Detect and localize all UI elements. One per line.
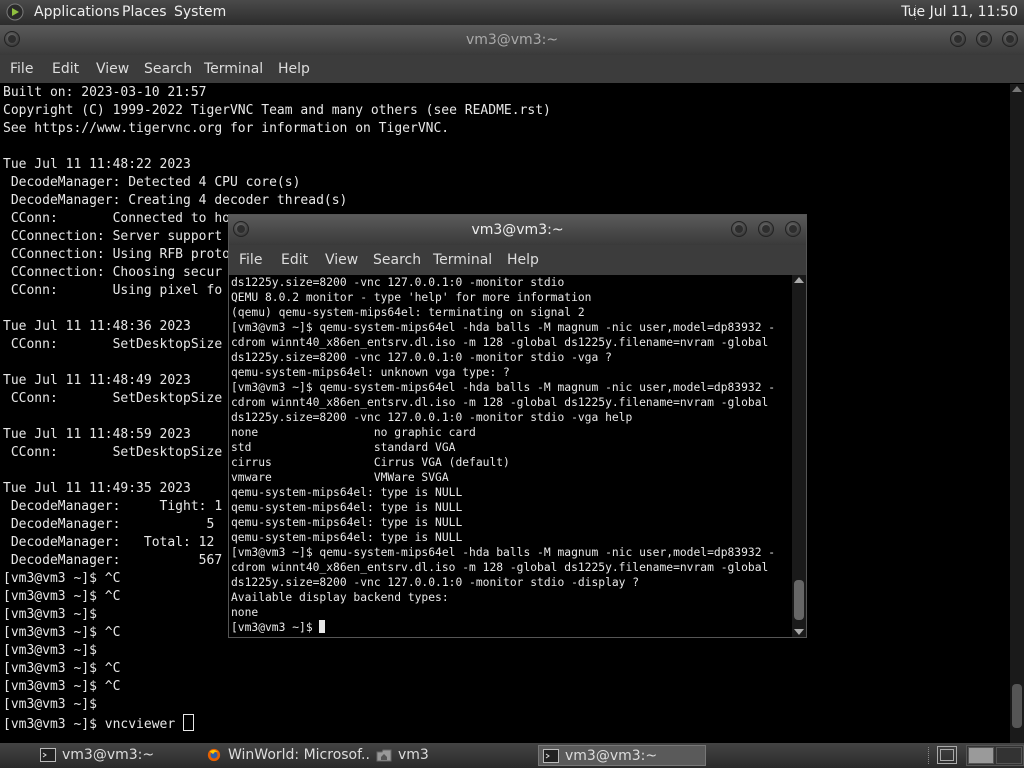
qemu-terminal-line: none no graphic card (231, 426, 476, 439)
qemu-terminal-line: qemu-system-mips64el: unknown vga type: … (231, 366, 510, 379)
minimize-button[interactable] (950, 31, 966, 47)
top-panel: Applications Places System Tue Jul 11, 1… (0, 0, 1024, 25)
scroll-down-arrow-icon[interactable] (794, 629, 804, 635)
scroll-thumb[interactable] (794, 580, 804, 620)
show-desktop-icon[interactable] (937, 746, 957, 764)
window-menu-button[interactable] (233, 221, 249, 237)
workspace-switcher[interactable] (966, 745, 1024, 766)
qemu-terminal-line: qemu-system-mips64el: type is NULL (231, 501, 463, 514)
menu-file[interactable]: File (239, 252, 262, 268)
applications-menu[interactable]: Applications (34, 4, 120, 20)
qemu-terminal-line: none (231, 606, 259, 619)
folder-home-icon (376, 749, 392, 762)
main-terminal-line: See https://www.tigervnc.org for informa… (3, 121, 450, 136)
applications-logo-icon[interactable] (6, 3, 24, 21)
scroll-up-arrow-icon[interactable] (794, 277, 804, 283)
menu-terminal[interactable]: Terminal (433, 252, 492, 268)
qemu-menubar: File Edit View Search Terminal Help (229, 245, 806, 275)
task-home-folder[interactable]: vm3 (372, 745, 534, 766)
qemu-terminal-line: cdrom winnt40_x86en_entsrv.dl.iso -m 128… (231, 561, 769, 574)
scroll-up-arrow-icon[interactable] (1012, 86, 1022, 92)
terminal-cursor (319, 620, 326, 633)
qemu-terminal-line: std standard VGA (231, 441, 456, 454)
main-window-titlebar[interactable]: vm3@vm3:~ (0, 25, 1024, 55)
qemu-terminal-line: cdrom winnt40_x86en_entsrv.dl.iso -m 128… (231, 336, 769, 349)
menu-edit[interactable]: Edit (52, 61, 79, 77)
qemu-terminal-output[interactable]: ds1225y.size=8200 -vnc 127.0.0.1:0 -moni… (231, 275, 791, 637)
main-terminal-line: [vm3@vm3 ~]$ ^C (3, 661, 121, 676)
qemu-scrollbar[interactable] (792, 275, 806, 637)
clock[interactable]: Tue Jul 11, 11:50 (901, 4, 1018, 20)
qemu-terminal-window: vm3@vm3:~ File Edit View Search Terminal… (228, 214, 807, 638)
task-label: vm3@vm3:~ (62, 747, 155, 763)
menu-help[interactable]: Help (278, 61, 310, 77)
main-terminal-line: DecodeManager: Creating 4 decoder thread… (3, 193, 348, 208)
main-terminal-line: Copyright (C) 1999-2022 TigerVNC Team an… (3, 103, 551, 118)
task-terminal-2[interactable]: vm3@vm3:~ (538, 745, 706, 766)
terminal-icon (40, 748, 56, 762)
menu-terminal[interactable]: Terminal (204, 61, 263, 77)
qemu-terminal-line: ds1225y.size=8200 -vnc 127.0.0.1:0 -moni… (231, 276, 565, 289)
task-label: vm3 (398, 747, 429, 763)
bottom-taskbar: vm3@vm3:~ WinWorld: Microsof... vm3 vm3@… (0, 743, 1024, 768)
main-scrollbar[interactable] (1010, 84, 1024, 743)
qemu-terminal-line: [vm3@vm3 ~]$ qemu-system-mips64el -hda b… (231, 321, 776, 334)
task-label: vm3@vm3:~ (565, 748, 658, 764)
qemu-terminal-line: cirrus Cirrus VGA (default) (231, 456, 510, 469)
main-terminal-line: [vm3@vm3 ~]$ (3, 643, 97, 658)
workspace-2[interactable] (996, 747, 1022, 764)
places-menu[interactable]: Places (122, 4, 167, 20)
main-menubar: File Edit View Search Terminal Help (0, 55, 1024, 83)
maximize-button[interactable] (758, 221, 774, 237)
qemu-terminal-line: qemu-system-mips64el: type is NULL (231, 531, 463, 544)
qemu-terminal-line: ds1225y.size=8200 -vnc 127.0.0.1:0 -moni… (231, 351, 612, 364)
maximize-button[interactable] (976, 31, 992, 47)
close-button[interactable] (1002, 31, 1018, 47)
menu-view[interactable]: View (96, 61, 129, 77)
menu-file[interactable]: File (10, 61, 33, 77)
menu-search[interactable]: Search (144, 61, 192, 77)
qemu-terminal-line: vmware VMWare SVGA (231, 471, 449, 484)
window-title: vm3@vm3:~ (471, 222, 564, 238)
system-menu[interactable]: System (174, 4, 226, 20)
main-terminal-line (3, 138, 1013, 156)
qemu-terminal-line: cdrom winnt40_x86en_entsrv.dl.iso -m 128… (231, 396, 769, 409)
qemu-terminal-line: QEMU 8.0.2 monitor - type 'help' for mor… (231, 291, 592, 304)
qemu-terminal-line: Available display backend types: (231, 591, 449, 604)
window-menu-button[interactable] (4, 31, 20, 47)
qemu-terminal-line: qemu-system-mips64el: type is NULL (231, 486, 463, 499)
main-terminal-line: Built on: 2023-03-10 21:57 (3, 85, 207, 100)
workspace-1[interactable] (968, 747, 994, 764)
menu-edit[interactable]: Edit (281, 252, 308, 268)
main-terminal-line: [vm3@vm3 ~]$ (3, 697, 97, 712)
menu-view[interactable]: View (325, 252, 358, 268)
qemu-terminal-line: ds1225y.size=8200 -vnc 127.0.0.1:0 -moni… (231, 411, 633, 424)
menu-search[interactable]: Search (373, 252, 421, 268)
scroll-thumb[interactable] (1012, 684, 1022, 728)
qemu-terminal-line: (qemu) qemu-system-mips64el: terminating… (231, 306, 585, 319)
taskbar-separator (928, 747, 929, 764)
qemu-terminal-line: ds1225y.size=8200 -vnc 127.0.0.1:0 -moni… (231, 576, 640, 589)
terminal-cursor (183, 714, 195, 731)
qemu-window-titlebar[interactable]: vm3@vm3:~ (229, 215, 806, 245)
close-button[interactable] (785, 221, 801, 237)
qemu-terminal-line: [vm3@vm3 ~]$ qemu-system-mips64el -hda b… (231, 546, 776, 559)
menu-help[interactable]: Help (507, 252, 539, 268)
qemu-terminal-line: qemu-system-mips64el: type is NULL (231, 516, 463, 529)
minimize-button[interactable] (731, 221, 747, 237)
task-label: WinWorld: Microsof... (228, 747, 370, 763)
firefox-icon (207, 748, 221, 762)
main-terminal-line: [vm3@vm3 ~]$ ^C (3, 679, 121, 694)
task-firefox[interactable]: WinWorld: Microsof... (202, 745, 370, 766)
qemu-terminal-line: [vm3@vm3 ~]$ qemu-system-mips64el -hda b… (231, 381, 776, 394)
qemu-terminal-line: [vm3@vm3 ~]$ (231, 620, 791, 635)
terminal-icon (543, 749, 559, 763)
window-title: vm3@vm3:~ (465, 32, 559, 48)
main-terminal-line: [vm3@vm3 ~]$ vncviewer (3, 714, 1013, 734)
main-terminal-line: DecodeManager: Detected 4 CPU core(s) (3, 175, 301, 190)
task-terminal-1[interactable]: vm3@vm3:~ (36, 745, 198, 766)
main-terminal-line: Tue Jul 11 11:48:22 2023 (3, 157, 191, 172)
